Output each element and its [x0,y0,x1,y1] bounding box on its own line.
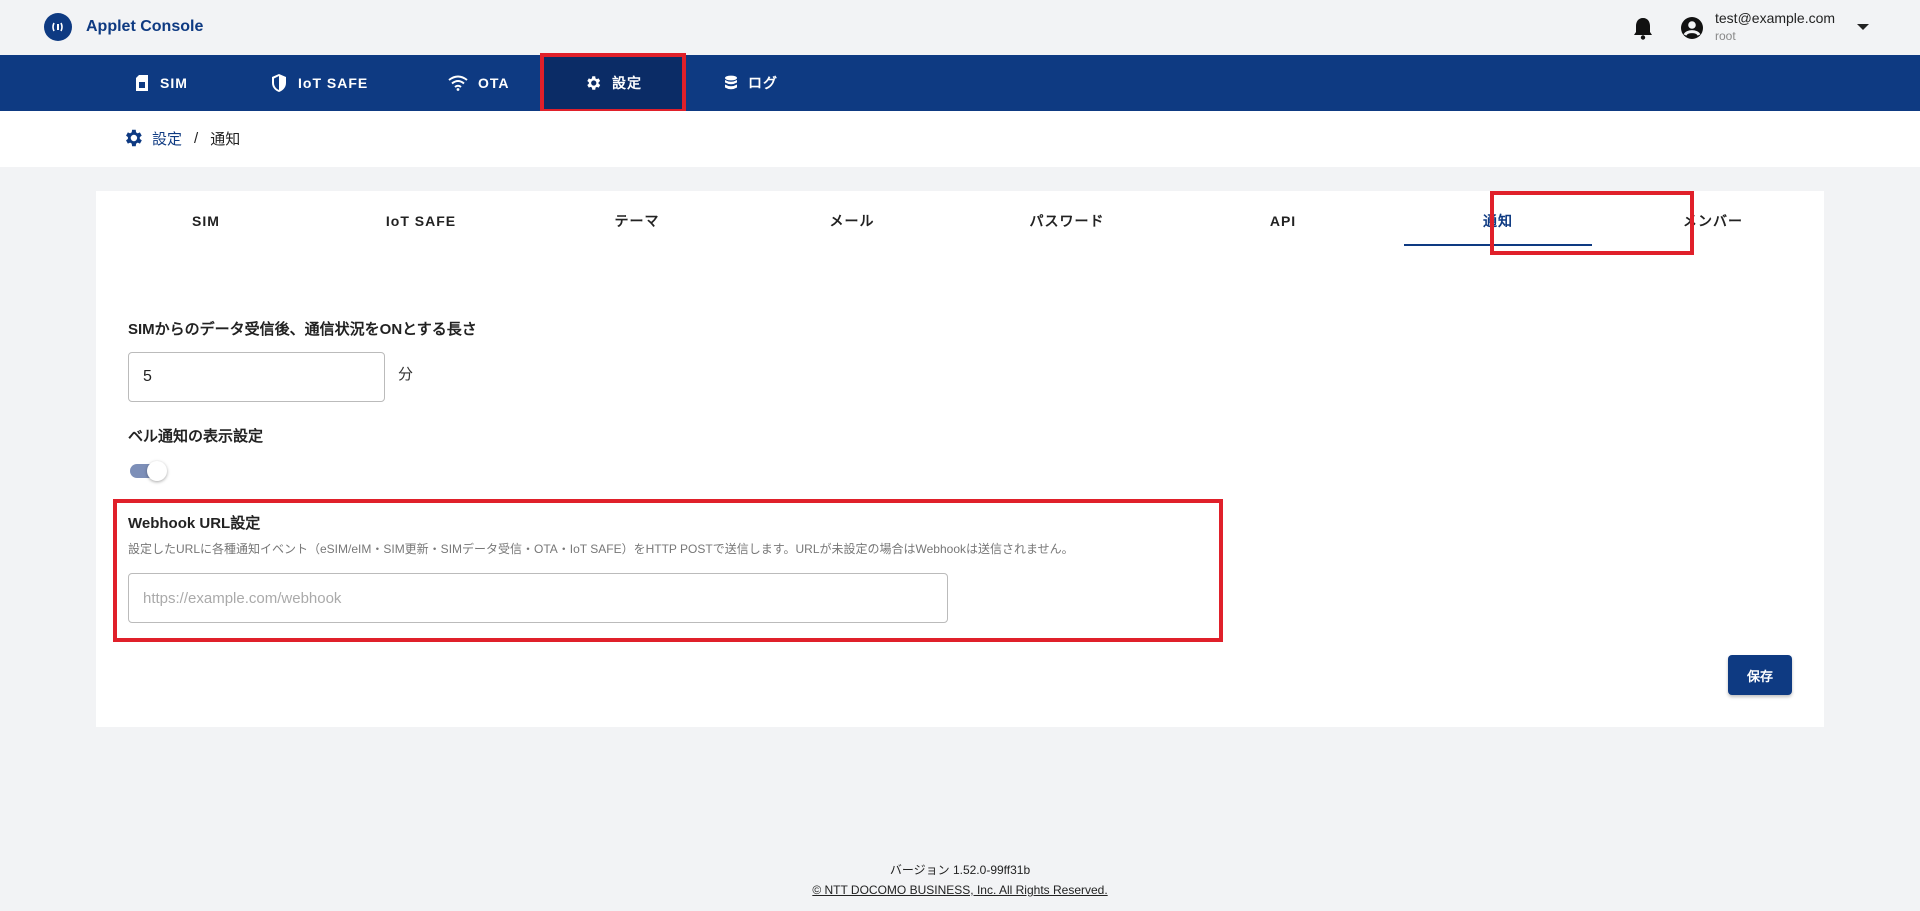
webhook-label: Webhook URL設定 [128,515,261,532]
version-text: バージョン 1.52.0-99ff31b [889,863,1031,877]
shield-icon [272,74,286,92]
breadcrumb-current: 通知 [210,130,241,148]
breadcrumb: 設定 / 通知 [122,127,240,149]
nav-item-log[interactable]: ログ [724,55,778,111]
tab-mail[interactable]: メール [758,191,946,251]
settings-card: SIM IoT SAFE テーマ メール パスワード API 通知 メンバー S… [96,191,1824,727]
breadcrumb-link-settings[interactable]: 設定 [152,128,182,149]
duration-label: SIMからのデータ受信後、通信状況をONとする長さ [128,321,477,338]
app-name: Applet Console [86,18,204,35]
tab-sim[interactable]: SIM [112,191,300,251]
annotation-highlight-nav [540,53,686,113]
database-icon [725,75,737,90]
nav-item-label: OTA [478,75,510,91]
nav-item-iot-safe[interactable]: IoT SAFE [270,55,368,111]
signal-logo-icon [44,13,72,41]
wifi-icon [448,75,468,91]
bell-toggle-knob[interactable] [147,461,167,481]
nav-item-label: IoT SAFE [298,75,369,91]
annotation-highlight-tab [1490,191,1694,255]
tab-theme[interactable]: テーマ [543,191,731,251]
copyright-link[interactable]: © NTT DOCOMO BUSINESS, Inc. All Rights R… [0,883,1920,897]
user-email: test@example.com [1715,10,1836,26]
account-circle-icon[interactable] [1680,16,1704,40]
tab-iot-safe[interactable]: IoT SAFE [327,191,515,251]
nav-item-ota[interactable]: OTA [448,55,510,111]
breadcrumb-separator: / [194,129,199,147]
nav-item-sim[interactable]: SIM [134,55,188,111]
save-button[interactable]: 保存 [1728,655,1792,695]
sim-card-icon [136,75,148,91]
tab-api[interactable]: API [1189,191,1377,251]
chevron-down-icon[interactable] [1857,24,1869,30]
main-nav: SIM IoT SAFE OTA 設定 ログ [0,55,1920,111]
app-header: Applet Console test@example.com root [0,0,1920,55]
nav-item-label: SIM [160,75,188,91]
brand[interactable]: Applet Console [44,13,203,41]
webhook-description: 設定したURLに各種通知イベント（eSIM/eIM・SIM更新・SIMデータ受信… [128,542,1074,556]
bell-icon[interactable] [1632,16,1654,40]
nav-item-label: ログ [748,75,778,91]
gear-icon [126,129,142,147]
duration-input[interactable] [128,352,385,402]
bell-setting-label: ベル通知の表示設定 [128,428,264,445]
user-menu[interactable]: test@example.com root [1715,10,1835,43]
breadcrumb-bar [0,111,1920,167]
duration-unit: 分 [398,366,414,383]
user-role: root [1715,29,1736,43]
tab-password[interactable]: パスワード [973,191,1161,251]
webhook-url-input[interactable] [128,573,948,623]
